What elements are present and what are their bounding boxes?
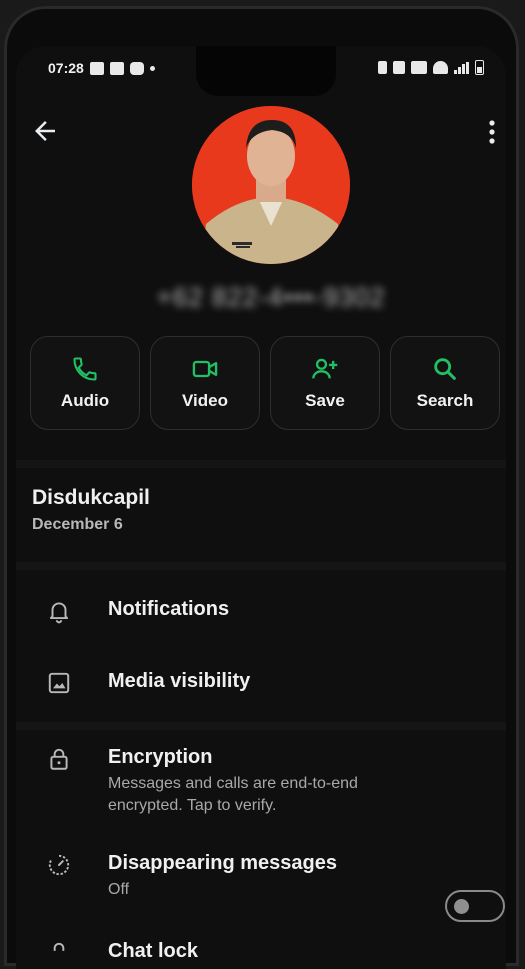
toggle-knob — [454, 899, 469, 914]
encryption-label: Encryption — [108, 746, 213, 768]
save-contact-label: Save — [305, 391, 345, 410]
video-call-button[interactable]: Video — [150, 336, 260, 430]
encryption-description: Messages and calls are end-to-end encryp… — [108, 775, 358, 814]
about-section[interactable]: Disdukcapil December 6 — [32, 486, 150, 534]
signal-icon — [454, 61, 469, 74]
bluetooth-icon — [378, 61, 387, 74]
disappearing-messages-row[interactable]: Disappearing messages Off — [16, 852, 506, 901]
about-date: December 6 — [32, 516, 123, 533]
more-notifications-icon — [149, 65, 155, 71]
contact-phone-number[interactable]: +62 822-4•••-9302 — [131, 282, 411, 312]
search-label: Search — [416, 391, 474, 410]
action-buttons: Audio Video Save Search — [30, 336, 500, 430]
encryption-row[interactable]: Encryption Messages and calls are end-to… — [16, 746, 506, 817]
phone-icon — [73, 357, 97, 381]
audio-call-button[interactable]: Audio — [30, 336, 140, 430]
chat-lock-toggle[interactable] — [445, 890, 505, 922]
disappearing-messages-status: Off — [108, 881, 130, 898]
image-icon — [48, 672, 70, 694]
status-bar: 07:28 — [16, 60, 506, 82]
battery-icon — [475, 60, 484, 75]
search-icon — [434, 358, 456, 380]
section-divider — [16, 562, 506, 570]
status-time: 07:28 — [48, 60, 84, 76]
contact-avatar[interactable] — [192, 106, 350, 264]
chat-lock-icon — [53, 942, 65, 951]
chat-lock-row[interactable]: Chat lock — [16, 940, 506, 966]
save-contact-button[interactable]: Save — [270, 336, 380, 430]
lock-icon — [50, 748, 68, 770]
search-button[interactable]: Search — [390, 336, 500, 430]
avatar-photo — [192, 106, 350, 264]
video-call-label: Video — [182, 391, 228, 410]
about-text: Disdukcapil — [32, 486, 150, 509]
timer-icon — [48, 854, 70, 876]
notifications-label: Notifications — [108, 598, 230, 620]
notifications-row[interactable]: Notifications — [16, 598, 506, 624]
vibrate-icon — [393, 61, 405, 74]
contact-info-screen: 07:28 +62 822-4•••-9302 Audio Video Save… — [16, 46, 506, 969]
media-visibility-row[interactable]: Media visibility — [16, 670, 506, 696]
gmail-icon — [89, 61, 104, 75]
section-divider — [16, 460, 506, 468]
audio-call-label: Audio — [60, 391, 110, 410]
phone-frame: 07:28 +62 822-4•••-9302 Audio Video Save… — [4, 6, 519, 969]
media-visibility-label: Media visibility — [108, 670, 251, 692]
add-person-icon — [312, 358, 338, 379]
chat-lock-label: Chat lock — [108, 940, 199, 962]
back-arrow-icon[interactable] — [30, 116, 60, 146]
instagram-icon — [129, 61, 144, 75]
more-options-icon[interactable] — [486, 118, 498, 146]
book-icon — [109, 61, 124, 75]
bell-icon — [49, 602, 69, 624]
wifi-calling-icon — [411, 61, 427, 74]
section-divider — [16, 722, 506, 730]
disappearing-messages-label: Disappearing messages — [108, 852, 337, 874]
wifi-icon — [433, 61, 448, 74]
video-icon — [192, 360, 218, 378]
